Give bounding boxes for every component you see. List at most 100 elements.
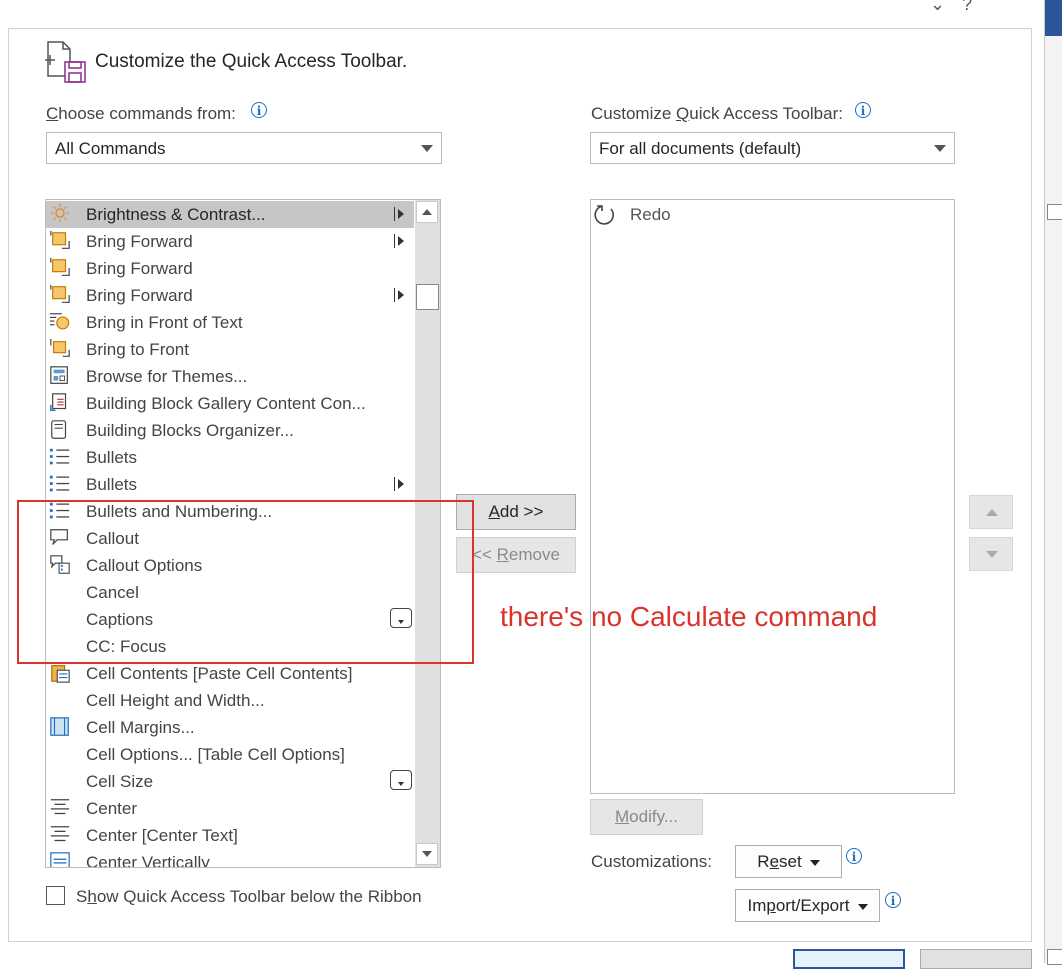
command-label: Bullets	[86, 448, 138, 467]
background-window-ribbon-edge	[1045, 0, 1062, 36]
qat-list-item[interactable]: Redo	[591, 200, 951, 228]
move-up-icon	[986, 509, 998, 516]
import-export-info-icon[interactable]: i	[885, 892, 901, 908]
command-list-item[interactable]: Brightness & Contrast...	[46, 201, 414, 228]
choose-commands-info-icon[interactable]: i	[251, 102, 267, 118]
remove-button-prefix: <<	[472, 545, 497, 564]
building-block-gallery-icon	[50, 393, 67, 412]
customize-qat-label-rest: uick Access Toolbar:	[689, 104, 843, 123]
building-blocks-organizer-icon	[51, 420, 67, 439]
scroll-thumb[interactable]	[416, 284, 439, 310]
command-label: Building Block Gallery Content Con...	[86, 394, 366, 413]
choose-commands-label-accesskey: C	[46, 104, 59, 123]
scroll-up-icon	[422, 209, 432, 215]
reset-button-accesskey: e	[769, 852, 780, 871]
command-label: Bullets	[86, 475, 138, 494]
import-export-rest: ort/Export	[775, 896, 850, 915]
remove-button-accesskey: R	[496, 545, 509, 564]
command-label: Center [Center Text]	[86, 826, 238, 845]
submenu-arrow-icon	[394, 288, 405, 302]
scroll-down-button[interactable]	[416, 843, 438, 865]
remove-button[interactable]: << Remove	[456, 537, 576, 573]
customize-qat-dropdown[interactable]: For all documents (default)	[590, 132, 955, 164]
align-center-icon	[50, 799, 70, 815]
command-list-item[interactable]: Building Blocks Organizer...	[46, 417, 414, 444]
bullets-icon	[49, 475, 70, 492]
customize-qat-info-icon[interactable]: i	[855, 102, 871, 118]
command-list-item[interactable]: Cell Height and Width...	[46, 687, 414, 714]
dialog-launcher-icon[interactable]	[1047, 204, 1062, 220]
show-below-ribbon-post: ow Quick Access Toolbar below the Ribbon	[96, 887, 422, 906]
submenu-arrow-icon	[394, 477, 405, 491]
quick-access-toolbar-list[interactable]: Redo	[590, 199, 955, 794]
import-export-pre: Im	[747, 896, 767, 915]
chevron-down-icon	[809, 859, 820, 866]
brightness-icon	[50, 203, 70, 223]
command-label: Bring Forward	[86, 232, 193, 251]
command-list-item[interactable]: Center	[46, 795, 414, 822]
show-below-ribbon-checkbox[interactable]	[46, 886, 65, 905]
cancel-button[interactable]	[920, 949, 1032, 969]
title-bar-controls[interactable]: ⌄ ?	[930, 0, 978, 15]
dialog-title: Customize the Quick Access Toolbar.	[95, 51, 408, 72]
move-down-button[interactable]	[969, 537, 1013, 571]
customizations-label: Customizations:	[591, 852, 712, 871]
qat-item-label: Redo	[630, 205, 671, 224]
command-label: Cell Margins...	[86, 718, 195, 737]
bring-to-front-icon	[50, 338, 70, 357]
import-export-button[interactable]: Import/Export	[735, 889, 880, 922]
command-list-item[interactable]: Building Block Gallery Content Con...	[46, 390, 414, 417]
command-label: Cell Contents [Paste Cell Contents]	[86, 664, 353, 683]
command-label: Cell Size	[86, 772, 154, 791]
cell-margins-icon	[50, 717, 69, 736]
reset-info-icon[interactable]: i	[846, 848, 862, 864]
show-below-ribbon-label[interactable]: Show Quick Access Toolbar below the Ribb…	[76, 887, 422, 907]
ok-button[interactable]	[793, 949, 905, 969]
command-label: Bring Forward	[86, 286, 193, 305]
command-list-item[interactable]: Bullets	[46, 471, 414, 498]
choose-commands-label-text: hoose commands from:	[58, 104, 236, 123]
command-list-item[interactable]: Cell Options... [Table Cell Options]	[46, 741, 414, 768]
command-list-item[interactable]: Bring to Front	[46, 336, 414, 363]
submenu-arrow-icon	[394, 234, 405, 248]
customize-qat-label-accesskey: Q	[676, 104, 690, 123]
import-export-accesskey: p	[766, 896, 776, 915]
move-up-button[interactable]	[969, 495, 1013, 529]
modify-button[interactable]: Modify...	[590, 799, 703, 835]
command-label: Browse for Themes...	[86, 367, 248, 386]
command-list-item[interactable]: Cell Contents [Paste Cell Contents]	[46, 660, 414, 687]
redo-icon	[594, 205, 614, 225]
paste-cell-contents-icon	[51, 665, 70, 683]
command-list-item[interactable]: Bring Forward	[46, 282, 414, 309]
show-below-ribbon-pre: S	[76, 887, 88, 906]
command-list-item[interactable]: Browse for Themes...	[46, 363, 414, 390]
bring-forward-icon	[50, 230, 70, 249]
customize-qat-label: Customize Quick Access Toolbar:	[591, 104, 843, 124]
bring-in-front-of-text-icon	[49, 313, 70, 330]
customize-qat-dropdown-value: For all documents (default)	[599, 139, 802, 158]
reset-button[interactable]: Reset	[735, 845, 842, 878]
show-below-ribbon-accesskey: h	[87, 887, 97, 906]
modify-button-accesskey: M	[615, 807, 630, 826]
command-list-item[interactable]: Cell Margins...	[46, 714, 414, 741]
bring-forward-icon	[50, 257, 70, 276]
command-label: Cell Height and Width...	[86, 691, 265, 710]
add-button-label: dd >>	[499, 502, 544, 521]
modify-button-label: odify...	[629, 807, 678, 826]
chevron-down-icon	[421, 145, 433, 152]
command-list-item[interactable]: Center Vertically	[46, 849, 414, 867]
command-list-item[interactable]: Cell Size	[46, 768, 414, 795]
chevron-down-icon	[857, 903, 868, 910]
command-list-item[interactable]: Center [Center Text]	[46, 822, 414, 849]
add-button[interactable]: Add >>	[456, 494, 576, 530]
remove-button-label: emove	[508, 545, 560, 564]
command-list-item[interactable]: Bring Forward	[46, 228, 414, 255]
choose-commands-dropdown[interactable]: All Commands	[46, 132, 442, 164]
command-list-item[interactable]: Bring Forward	[46, 255, 414, 282]
command-list-item[interactable]: Bullets	[46, 444, 414, 471]
reset-button-pre: R	[757, 852, 770, 871]
command-list-item[interactable]: Bring in Front of Text	[46, 309, 414, 336]
scroll-up-button[interactable]	[416, 201, 438, 223]
submenu-arrow-icon	[394, 207, 405, 221]
scroll-down-icon	[422, 851, 432, 857]
